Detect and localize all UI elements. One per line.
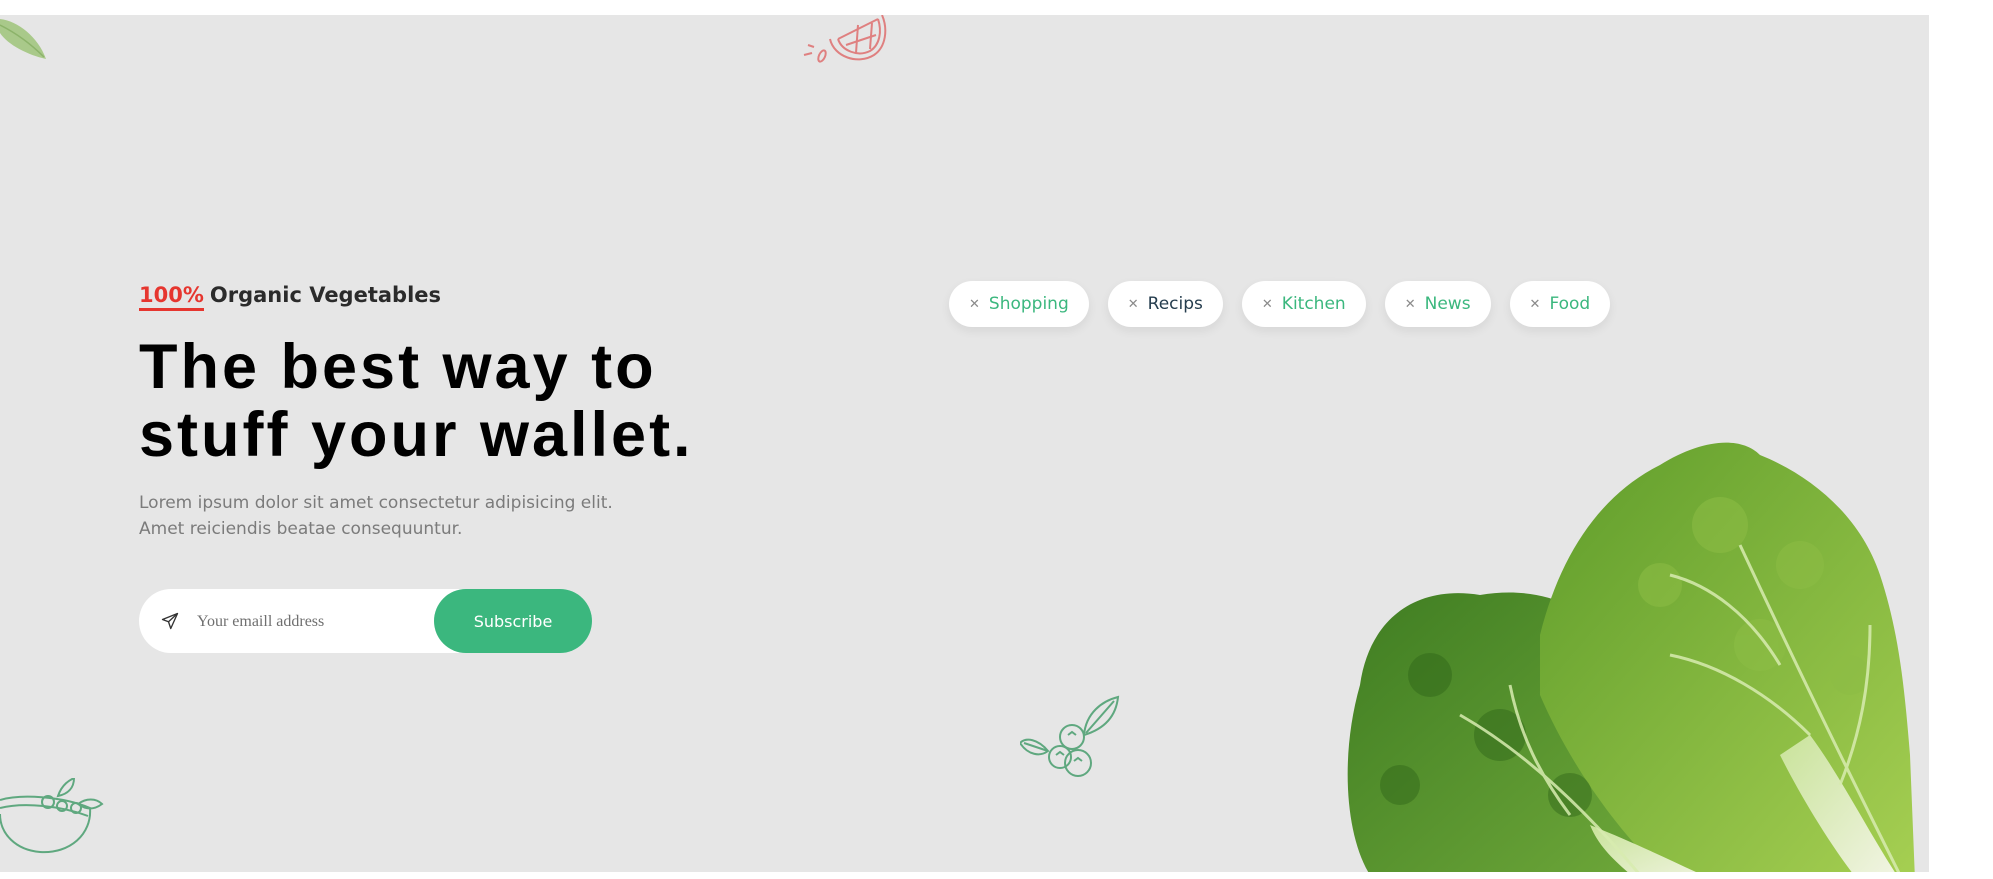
percent-badge: 100% [139,283,204,311]
hero-headline: The best way to stuff your wallet. [139,332,694,470]
orange-slice-icon [803,15,887,63]
tag-recips[interactable]: ✕ Recips [1107,281,1223,327]
berries-icon [1020,695,1120,777]
hero-banner: 100% Organic Vegetables The best way to s… [0,15,1929,872]
tag-label: Recips [1147,294,1203,314]
eyebrow-text: 100% Organic Vegetables [139,283,442,311]
subscribe-button[interactable]: Subscribe [434,589,592,653]
eyebrow-label: Organic Vegetables [209,283,442,307]
tag-list: ✕ Shopping ✕ Recips ✕ Kitchen ✕ News ✕ F… [949,281,1611,327]
close-icon[interactable]: ✕ [969,297,980,312]
close-icon[interactable]: ✕ [1128,297,1139,312]
close-icon[interactable]: ✕ [1405,297,1416,312]
tag-food[interactable]: ✕ Food [1509,281,1611,327]
subscribe-form: Subscribe [139,589,592,653]
tag-label: Shopping [988,294,1069,314]
tag-label: Food [1549,294,1591,314]
tag-label: News [1424,294,1471,314]
tag-kitchen[interactable]: ✕ Kitchen [1241,281,1366,327]
salad-bowl-icon [0,778,104,854]
hero-description: Lorem ipsum dolor sit amet consectetur a… [139,493,613,539]
paper-plane-icon [161,612,179,630]
tag-label: Kitchen [1281,294,1346,314]
close-icon[interactable]: ✕ [1262,297,1273,312]
email-input[interactable] [195,601,419,643]
tag-news[interactable]: ✕ News [1384,281,1491,327]
leaf-icon [0,19,46,59]
lettuce-image [1347,442,1915,872]
tag-shopping[interactable]: ✕ Shopping [949,281,1089,327]
close-icon[interactable]: ✕ [1530,297,1541,312]
